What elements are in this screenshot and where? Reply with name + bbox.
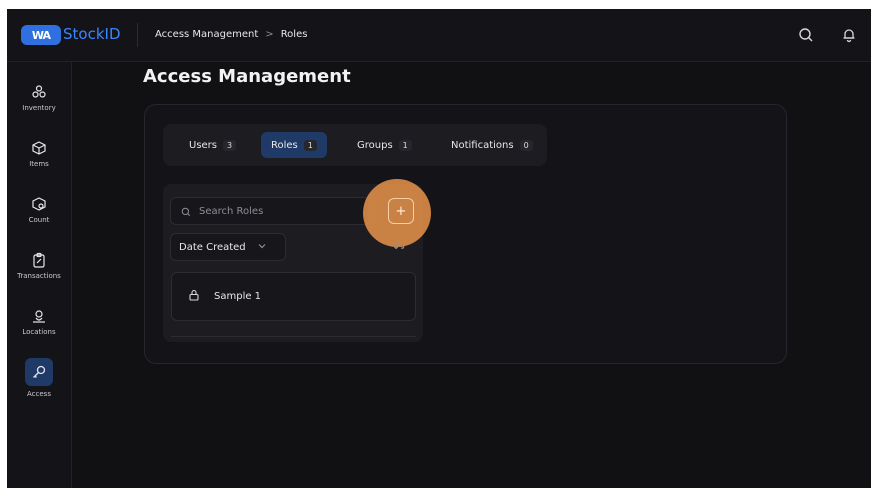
sidebar-item-inventory[interactable]: Inventory <box>7 84 71 132</box>
search-input[interactable]: Search Roles <box>170 197 370 225</box>
inventory-icon <box>31 84 47 100</box>
tab-count: 3 <box>223 139 237 151</box>
sidebar-item-label: Inventory <box>22 104 56 112</box>
cube-icon <box>31 140 47 156</box>
sort-dropdown[interactable]: Date Created <box>170 233 286 261</box>
key-icon <box>25 358 53 386</box>
add-role-button[interactable]: + <box>388 198 414 224</box>
sidebar-item-access[interactable]: Access <box>7 358 71 406</box>
lock-icon <box>188 289 200 304</box>
breadcrumb-separator: > <box>265 29 274 40</box>
search-icon[interactable] <box>796 25 816 45</box>
sidebar-item-label: Items <box>29 160 49 168</box>
sort-label: Date Created <box>179 241 246 253</box>
chevron-down-icon <box>258 242 266 253</box>
count-icon <box>31 196 47 212</box>
sidebar-item-label: Locations <box>22 328 56 336</box>
sidebar-item-label: Transactions <box>17 272 61 280</box>
brand-name[interactable]: StockID <box>63 25 121 43</box>
tab-label: Roles <box>271 139 298 151</box>
page-title: Access Management <box>143 66 351 87</box>
sidebar-item-transactions[interactable]: Transactions <box>7 252 71 300</box>
sidebar-item-count[interactable]: Count <box>7 196 71 244</box>
breadcrumb-current: Roles <box>280 29 308 40</box>
tab-label: Notifications <box>451 139 514 151</box>
sidebar-item-label: Count <box>28 216 50 224</box>
sort-direction-icon[interactable]: ↓₉ <box>392 241 405 252</box>
search-placeholder: Search Roles <box>199 205 264 217</box>
tab-users[interactable]: Users 3 <box>179 132 246 158</box>
breadcrumb: Access Management > Roles <box>155 29 307 40</box>
tab-count: 0 <box>519 139 533 151</box>
tab-label: Groups <box>357 139 393 151</box>
tab-count: 1 <box>398 139 412 151</box>
sidebar-item-locations[interactable]: Locations <box>7 308 71 356</box>
divider <box>171 336 416 337</box>
bell-icon[interactable] <box>839 25 859 45</box>
tab-notifications[interactable]: Notifications 0 <box>441 132 543 158</box>
sidebar: Inventory Items Count Transactions Locat… <box>7 62 72 488</box>
logo: WA <box>21 25 61 45</box>
sidebar-item-label: Access <box>27 390 51 398</box>
top-bar: WA StockID Access Management > Roles <box>7 9 871 62</box>
tab-label: Users <box>189 139 218 151</box>
tab-bar: Users 3 Roles 1 Groups 1 Notifications 0 <box>163 124 547 166</box>
role-name: Sample 1 <box>214 291 262 302</box>
location-icon <box>31 308 47 324</box>
sidebar-item-items[interactable]: Items <box>7 140 71 188</box>
tab-count: 1 <box>303 139 317 151</box>
tab-roles[interactable]: Roles 1 <box>261 132 327 158</box>
breadcrumb-parent[interactable]: Access Management <box>155 29 258 40</box>
divider <box>137 23 138 47</box>
search-icon <box>181 202 191 221</box>
tab-groups[interactable]: Groups 1 <box>347 132 422 158</box>
clipboard-icon <box>31 252 47 268</box>
list-item[interactable]: Sample 1 <box>171 272 416 321</box>
